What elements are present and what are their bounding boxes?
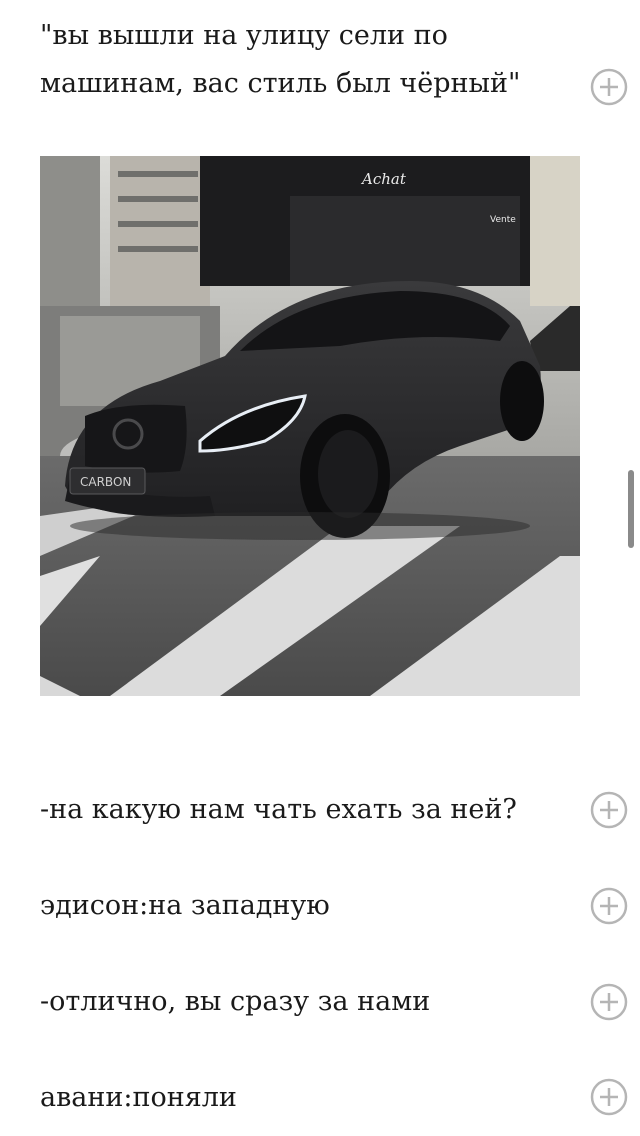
story-paragraph: авани:поняли	[40, 1082, 237, 1113]
black-car-photo: Achat Vente CARBON	[40, 156, 580, 696]
add-comment-icon[interactable]	[590, 983, 628, 1021]
story-paragraph: -отлично, вы сразу за нами	[40, 986, 431, 1017]
add-comment-icon[interactable]	[590, 68, 628, 106]
add-comment-icon[interactable]	[590, 887, 628, 925]
story-paragraph: "вы вышли на улицу сели по машинам, вас …	[40, 20, 521, 99]
scrollbar-thumb[interactable]	[628, 470, 634, 548]
add-comment-icon[interactable]	[590, 791, 628, 829]
add-comment-icon[interactable]	[590, 1078, 628, 1116]
story-paragraph: эдисон:на западную	[40, 890, 330, 921]
shop-sign-achat: Achat	[360, 170, 407, 188]
story-paragraph: -на какую нам чать ехать за ней?	[40, 794, 517, 825]
license-plate: CARBON	[80, 475, 131, 489]
story-image: Achat Vente CARBON	[40, 156, 580, 696]
shop-sign-vente: Vente	[490, 215, 516, 225]
